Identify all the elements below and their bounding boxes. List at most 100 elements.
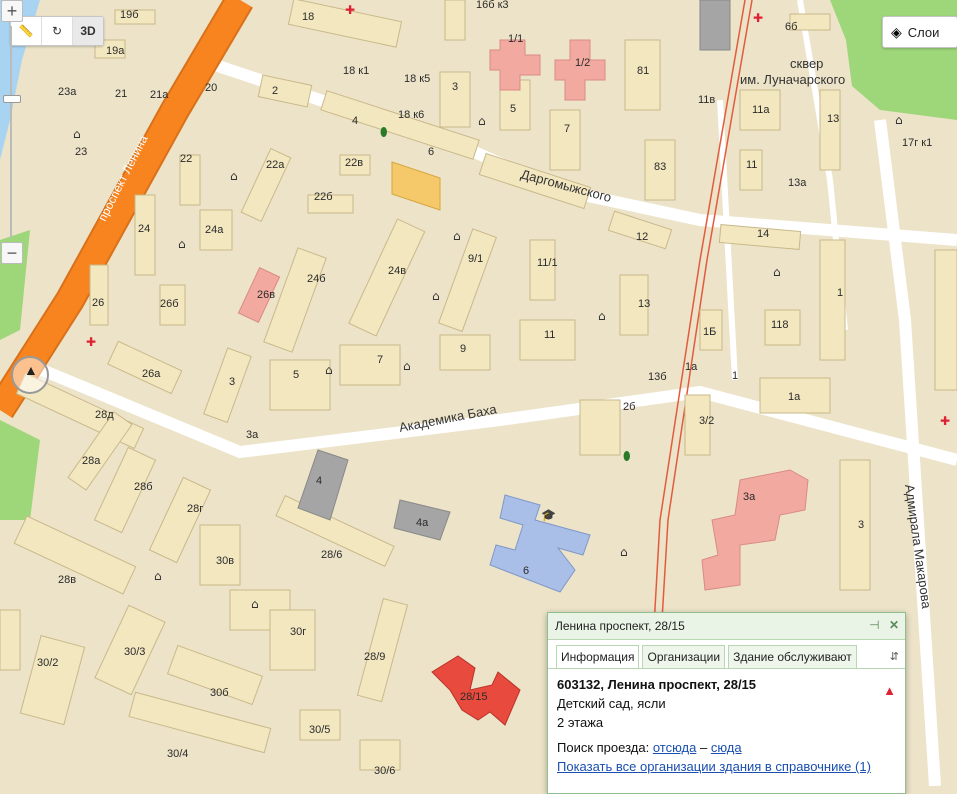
- building-number-label: 7: [564, 123, 570, 135]
- building-number-label: 30г: [290, 626, 306, 638]
- tab-building-services[interactable]: Здание обслуживают: [728, 645, 857, 668]
- church-icon: ⌂: [403, 359, 411, 373]
- church-icon: ⌂: [251, 597, 259, 611]
- shop-icon: ⬮: [380, 125, 388, 139]
- building-number-label: 4: [352, 115, 358, 127]
- popup-tabs: Информация Организации Здание обслуживаю…: [548, 640, 905, 668]
- garage-building[interactable]: [699, 0, 731, 51]
- building-number-label: 26в: [257, 289, 275, 301]
- all-organizations-link[interactable]: Показать все организации здания в справо…: [557, 759, 871, 774]
- zoom-out-button[interactable]: −: [1, 242, 23, 264]
- building-number-label: 1: [837, 287, 843, 299]
- building-number-label: 83: [654, 161, 666, 173]
- church-icon: ⌂: [453, 229, 461, 243]
- zoom-in-button[interactable]: +: [1, 0, 23, 22]
- building-number-label: 9/1: [468, 253, 483, 265]
- building-number-label: 1Б: [703, 326, 716, 338]
- hospital-icon: ✚: [86, 335, 96, 349]
- building-number-label: 3/2: [699, 415, 714, 427]
- building-number-label: 81: [637, 65, 649, 77]
- building-number-label: 30/6: [374, 765, 395, 777]
- close-icon[interactable]: ✕: [889, 618, 899, 632]
- building-floors: 2 этажа: [557, 715, 604, 730]
- zoom-scale[interactable]: [10, 26, 12, 238]
- building-number-label: 28д: [95, 409, 114, 421]
- layers-label: Слои: [907, 24, 940, 40]
- church-icon: ⌂: [478, 114, 486, 128]
- building-number-label: 18 к6: [398, 109, 424, 121]
- label-park-line1: сквер: [790, 56, 823, 71]
- building-number-label: 22: [180, 153, 192, 165]
- church-icon: ⌂: [178, 237, 186, 251]
- building-number-label: 22б: [314, 191, 333, 203]
- rotate-icon[interactable]: ↻: [42, 17, 73, 45]
- building-number-label: 22а: [266, 159, 285, 171]
- church-icon: ⌂: [325, 363, 333, 377]
- building-number-label: 118: [771, 319, 789, 331]
- building-number-label: 3: [452, 81, 458, 93]
- church-icon: ⌂: [620, 545, 628, 559]
- church-icon: ⌂: [895, 113, 903, 127]
- route-prefix: Поиск проезда:: [557, 740, 650, 755]
- route-to-link[interactable]: сюда: [711, 740, 742, 755]
- zoom-slider-thumb[interactable]: [3, 95, 21, 103]
- building-number-label: 26: [92, 297, 104, 309]
- building-number-label: 11а: [752, 104, 770, 116]
- building-number-label: 5: [293, 369, 299, 381]
- building-number-label: 30б: [210, 687, 229, 699]
- hospital-icon: ✚: [940, 414, 950, 428]
- popup-body: 603132, Ленина проспект, 28/15 Детский с…: [548, 668, 905, 782]
- building-number-label: 21а: [150, 89, 169, 101]
- building-number-label: 5: [510, 103, 516, 115]
- report-error-icon[interactable]: ▲: [883, 683, 896, 698]
- building-number-label: 7: [377, 354, 383, 366]
- tab-information[interactable]: Информация: [556, 645, 640, 668]
- building-number-label: 28а: [82, 455, 101, 467]
- building-number-label: 13: [827, 113, 839, 125]
- building-number-label: 28/9: [364, 651, 385, 663]
- building-number-label: 26б: [160, 298, 179, 310]
- building-number-label: 23а: [58, 86, 77, 98]
- compass-control[interactable]: ▲: [11, 356, 49, 394]
- building-number-label: 6: [428, 146, 434, 158]
- building-number-label: 11: [544, 329, 555, 341]
- building-number-label: 19а: [106, 45, 125, 57]
- building-number-label: 18: [302, 11, 314, 23]
- building-number-label: 30/5: [309, 724, 330, 736]
- building-number-label: 6: [523, 565, 529, 577]
- layers-button[interactable]: ◈ Слои: [882, 16, 957, 48]
- building-number-label: 1/2: [575, 57, 590, 69]
- shop-icon: ⬮: [623, 449, 631, 463]
- building-number-label: 3а: [743, 491, 756, 503]
- map-mode-toolbar: 📏 ↻ 3D: [10, 16, 104, 46]
- route-from-link[interactable]: отсюда: [653, 740, 697, 755]
- building-info-popup: Ленина проспект, 28/15 ⊣ ✕ Информация Ор…: [547, 612, 906, 794]
- school-icon: 🎓: [541, 508, 556, 522]
- building-number-label: 24: [138, 223, 150, 235]
- building-number-label: 28/6: [321, 549, 342, 561]
- popup-title: Ленина проспект, 28/15: [555, 619, 685, 633]
- building-number-label: 30/3: [124, 646, 145, 658]
- building-number-label: 28/15: [460, 691, 488, 703]
- tab-organizations[interactable]: Организации: [642, 645, 726, 668]
- building-number-label: 19б: [120, 9, 139, 21]
- mode-3d-button[interactable]: 3D: [73, 17, 103, 45]
- building-number-label: 17г к1: [902, 137, 932, 149]
- church-icon: ⌂: [154, 569, 162, 583]
- building-number-label: 30/2: [37, 657, 58, 669]
- pin-icon[interactable]: ⊣: [869, 618, 879, 632]
- building-number-label: 24б: [307, 273, 326, 285]
- building-number-label: 24а: [205, 224, 224, 236]
- popup-header: Ленина проспект, 28/15 ⊣ ✕: [548, 613, 905, 640]
- building-number-label: 12: [636, 231, 648, 243]
- tabs-more-icon[interactable]: ⇵: [890, 650, 899, 663]
- building-number-label: 9: [460, 343, 466, 355]
- church-icon: ⌂: [773, 265, 781, 279]
- building-number-label: 28г: [187, 503, 203, 515]
- building-number-label: 16б к3: [476, 0, 509, 11]
- building-number-label: 28в: [58, 574, 76, 586]
- building-number-label: 28б: [134, 481, 153, 493]
- building-number-label: 18 к1: [343, 65, 369, 77]
- building-number-label: 13б: [648, 371, 667, 383]
- building-number-label: 11/1: [537, 257, 558, 269]
